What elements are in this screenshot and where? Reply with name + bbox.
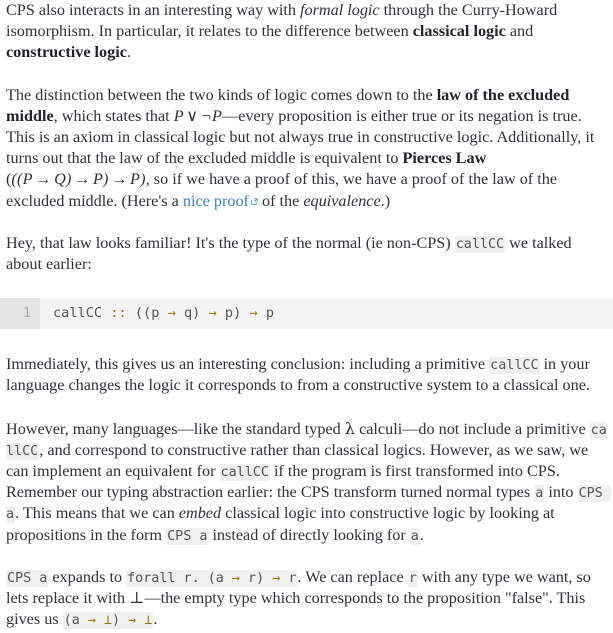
inline-code-callcc: callCC	[219, 464, 270, 482]
code-token-punctuation: p	[257, 305, 275, 322]
text-segment: The distinction between the two kinds of…	[6, 85, 437, 104]
code-token-arrow-icon: →	[249, 305, 258, 322]
article-body: CPS also interacts in an interesting way…	[0, 0, 613, 630]
bold-constructive-logic: constructive logic	[6, 43, 127, 62]
math-term: P)	[130, 170, 146, 189]
text-segment: .	[419, 525, 424, 544]
math-excluded-middle: P ∨ ¬P	[174, 107, 222, 125]
code-token-keyword: forall r. (a	[127, 570, 232, 586]
inline-code-cps-a: CPS a	[166, 527, 209, 545]
text-segment: .	[126, 43, 131, 62]
code-block-spacer-top	[0, 275, 613, 298]
nice-proof-link[interactable]: nice proof	[183, 192, 258, 210]
emphasis-equivalence: equivalence	[303, 191, 381, 210]
code-token-punctuation: )	[112, 613, 129, 629]
bottom-symbol: ⊥	[129, 589, 145, 608]
bold-classical-logic: classical logic	[412, 22, 506, 41]
text-segment: into	[544, 483, 578, 502]
link-label: nice proof	[182, 191, 249, 210]
math-arrow-icon: →	[74, 170, 91, 189]
inline-code-a-to-bottom: (a → ⊥) → ⊥	[62, 612, 154, 630]
text-segment: , which states that	[53, 106, 174, 125]
text-segment: Immediately, this gives us an interestin…	[6, 355, 490, 374]
text-segment: . This means that we can	[15, 504, 179, 523]
math-pierces-law: ((P → Q) → P) → P)	[11, 170, 145, 188]
inline-code-type-a: a	[534, 485, 545, 503]
bold-pierces-law: Pierces Law	[402, 149, 487, 168]
code-token-arrow-icon: →	[128, 613, 137, 629]
paragraph-law-familiar: Hey, that law looks familiar! It's the t…	[0, 233, 613, 275]
code-token-identifier: r	[280, 570, 297, 586]
code-token-punctuation: q)	[175, 305, 209, 322]
code-token-arrow-icon: →	[167, 305, 176, 322]
code-token-arrow-icon: →	[87, 613, 96, 629]
text-segment: instead of directly looking for	[208, 525, 410, 544]
text-segment: and	[505, 22, 534, 41]
code-block-spacer-bottom	[0, 329, 613, 354]
paragraph-cps-expands: CPS a expands to forall r. (a → r) → r. …	[0, 567, 613, 631]
code-token-bottom-symbol: ⊥	[136, 613, 153, 629]
inline-code-callcc: callCC	[454, 235, 506, 253]
inline-code-callcc: callCC	[489, 357, 540, 375]
math-var-p: P	[173, 106, 184, 125]
text-segment: . We can replace	[297, 567, 408, 586]
code-token-punctuation: (a	[63, 613, 88, 629]
emphasis-embed: embed	[178, 504, 222, 523]
text-segment: CPS also interacts in an interesting way…	[6, 1, 301, 19]
inline-code-cps-a: CPS a	[6, 569, 49, 587]
math-term: P)	[92, 170, 109, 189]
code-token-type-annotation: ::	[110, 305, 127, 322]
text-segment: of the	[257, 191, 304, 210]
paragraph-excluded-middle: The distinction between the two kinds of…	[0, 85, 613, 212]
math-operator-or: ∨	[186, 106, 199, 125]
text-segment: .	[153, 610, 158, 629]
text-segment: Hey, that law looks familiar! It's the t…	[6, 233, 455, 252]
code-block-callcc-signature: 1 callCC :: ((p → q) → p) → p	[0, 298, 613, 330]
text-segment: calculi—do not include a primitive	[355, 419, 590, 438]
lambda-symbol: λ	[344, 418, 356, 438]
inline-code-type-a: a	[409, 527, 420, 545]
code-line-content: callCC :: ((p → q) → p) → p	[40, 298, 274, 329]
math-term: Q)	[54, 170, 72, 189]
text-segment: However, many languages—like the standar…	[6, 419, 345, 438]
code-token-punctuation: r)	[239, 570, 273, 586]
emphasis-formal-logic: formal logic	[300, 1, 380, 19]
inline-code-forall-expansion: forall r. (a → r) → r	[126, 569, 298, 587]
text-segment: expands to	[48, 567, 127, 586]
math-not-p: ¬P	[200, 106, 223, 125]
code-line-number: 1	[0, 298, 40, 330]
code-token-identifier: callCC	[53, 305, 111, 322]
math-arrow-icon: →	[111, 170, 128, 189]
math-arrow-icon: →	[35, 170, 52, 189]
paragraph-cps-formal-logic: CPS also interacts in an interesting way…	[0, 0, 613, 64]
text-segment: .)	[380, 191, 391, 210]
code-token-arrow-icon: →	[231, 570, 240, 586]
math-term: ((P	[11, 170, 33, 189]
inline-code-type-r: r	[407, 569, 418, 587]
paragraph-lambda-calculi: However, many languages—like the standar…	[0, 418, 613, 546]
paragraph-immediate-conclusion: Immediately, this gives us an interestin…	[0, 354, 613, 396]
code-token-punctuation: p)	[216, 305, 250, 322]
code-token-bottom-symbol: ⊥	[95, 613, 113, 629]
external-link-icon	[251, 197, 258, 205]
code-token-punctuation: ((p	[126, 305, 168, 322]
code-token-arrow-icon: →	[208, 305, 217, 322]
